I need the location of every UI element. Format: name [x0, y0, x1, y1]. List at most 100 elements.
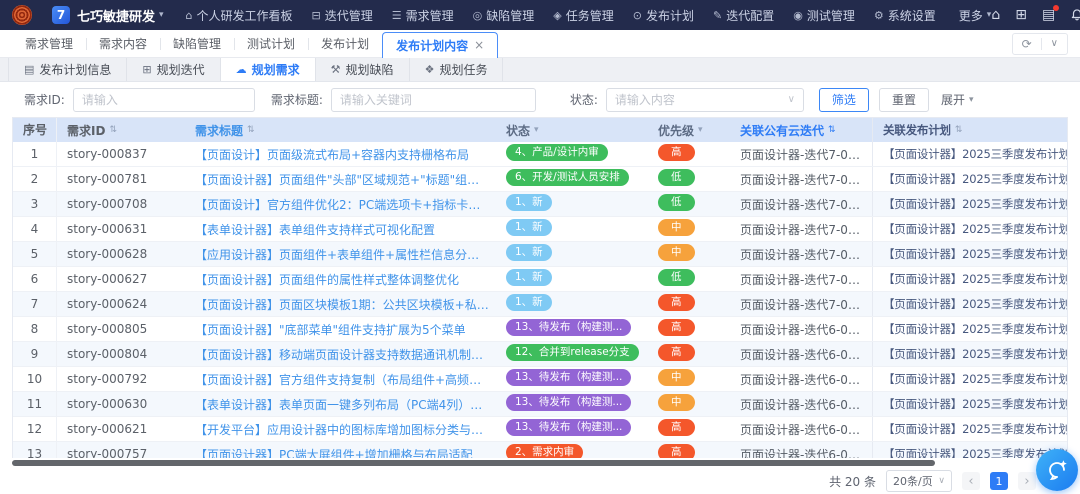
subtab-5[interactable]: ❖规划任务 [410, 58, 504, 81]
sort-icon[interactable]: ⇅ [955, 125, 962, 135]
release-plan-link[interactable]: 【页面设计器】2025三季度发布计划 [872, 342, 1067, 366]
requirement-title-link[interactable]: 【页面设计器】"底部菜单"组件支持扩展为5个菜单 [185, 321, 500, 338]
table-row[interactable]: 9story-000804【页面设计器】移动端页面设计器支持数据通讯机制（组件间… [13, 342, 1067, 367]
release-plan-link[interactable]: 【页面设计器】2025三季度发布计划 [872, 267, 1067, 291]
nav-item-defect[interactable]: ◎缺陷管理 [473, 7, 535, 24]
requirement-title-input[interactable] [331, 88, 536, 112]
release-plan-link[interactable]: 【页面设计器】2025三季度发布计划 [872, 442, 1067, 458]
table-row[interactable]: 4story-000631【表单设计器】表单组件支持样式可视化配置1、新中页面设… [13, 217, 1067, 242]
status-badge: 1、新 [506, 294, 552, 311]
release-plan-link[interactable]: 【页面设计器】2025三季度发布计划 [872, 142, 1067, 166]
page-number-button[interactable]: 1 [990, 472, 1008, 490]
table-row[interactable]: 3story-000708【页面设计】官方组件优化2：PC端选项卡+指标卡等多项… [13, 192, 1067, 217]
requirement-title-link[interactable]: 【页面设计器】页面组件"头部"区域规范+"标题"组件优化 [185, 171, 500, 188]
requirement-title-link[interactable]: 【页面设计】官方组件优化2：PC端选项卡+指标卡等多项细节功能优化 [185, 196, 500, 213]
reset-button[interactable]: 重置 [879, 88, 929, 112]
nav-item-config[interactable]: ✎迭代配置 [713, 7, 774, 24]
column-header-5[interactable]: 优先级▾ [648, 122, 730, 139]
nav-item-more[interactable]: 更多▾ [955, 7, 992, 24]
requirement-title-link[interactable]: 【页面设计器】页面区块模板1期：公共区块模板+私有区块模板+第一批官方区块模板 [185, 296, 500, 313]
nav-item-requirement[interactable]: ☰需求管理 [392, 7, 454, 24]
nav-item-settings[interactable]: ⚙系统设置 [874, 7, 936, 24]
filter-icon[interactable]: ▾ [698, 125, 703, 135]
column-header-3[interactable]: 需求标题⇅ [185, 122, 500, 139]
table-row[interactable]: 8story-000805【页面设计器】"底部菜单"组件支持扩展为5个菜单13、… [13, 317, 1067, 342]
release-plan-link[interactable]: 【页面设计器】2025三季度发布计划 [872, 392, 1067, 416]
next-page-button[interactable]: › [1018, 472, 1036, 490]
tab-4[interactable]: 测试计划 [234, 30, 308, 58]
release-plan-link[interactable]: 【页面设计器】2025三季度发布计划 [872, 167, 1067, 191]
requirement-id-input[interactable] [73, 88, 255, 112]
table-row[interactable]: 10story-000792【页面设计器】官方组件支持复制（布局组件+高频使用组… [13, 367, 1067, 392]
requirement-title-link[interactable]: 【表单设计器】表单页面一键多列布局（PC端4列）+部分全局样式可视化配置 [185, 396, 500, 413]
apps-grid-icon[interactable]: ⊞ [1015, 8, 1027, 22]
nav-item-test[interactable]: ◉测试管理 [793, 7, 855, 24]
tab-2[interactable]: 需求内容 [86, 30, 160, 58]
close-icon[interactable]: × [474, 38, 484, 52]
nav-item-release[interactable]: ⊙发布计划 [633, 7, 694, 24]
chevron-down-icon[interactable]: ∨ [1042, 38, 1067, 49]
nav-item-task[interactable]: ◈任务管理 [553, 7, 613, 24]
subtab-2[interactable]: ⊞规划迭代 [127, 58, 220, 81]
table-row[interactable]: 13story-000757【页面设计器】PC端大屏组件+增加栅格与布局适配2、… [13, 442, 1067, 458]
requirement-title-link[interactable]: 【页面设计器】官方组件支持复制（布局组件+高频使用组件优先） [185, 371, 500, 388]
bell-icon[interactable] [1070, 7, 1080, 24]
column-header-7[interactable]: 关联发布计划⇅ [872, 118, 1067, 142]
nav-item-iteration[interactable]: ⊟迭代管理 [312, 7, 373, 24]
column-header-1[interactable]: 序号 [13, 118, 57, 142]
status-select[interactable]: 请输入内容 ∨ [606, 88, 804, 112]
table-row[interactable]: 11story-000630【表单设计器】表单页面一键多列布局（PC端4列）+部… [13, 392, 1067, 417]
table-row[interactable]: 5story-000628【应用设计器】页面组件+表单组件+属性栏信息分组与样式… [13, 242, 1067, 267]
prev-page-button[interactable]: ‹ [962, 472, 980, 490]
app-title[interactable]: 七巧敏捷研发 [77, 6, 155, 25]
table-row[interactable]: 2story-000781【页面设计器】页面组件"头部"区域规范+"标题"组件优… [13, 167, 1067, 192]
subtab-1[interactable]: ▤发布计划信息 [8, 58, 127, 81]
column-header-6[interactable]: 关联公有云迭代⇅ [730, 122, 872, 139]
column-header-2[interactable]: 需求ID⇅ [57, 122, 185, 139]
requirement-title-link[interactable]: 【表单设计器】表单组件支持样式可视化配置 [185, 221, 500, 238]
release-plan-link[interactable]: 【页面设计器】2025三季度发布计划 [872, 192, 1067, 216]
requirement-title-link[interactable]: 【页面设计器】PC端大屏组件+增加栅格与布局适配 [185, 446, 500, 459]
tab-5[interactable]: 发布计划 [308, 30, 382, 58]
release-plan-link[interactable]: 【页面设计器】2025三季度发布计划 [872, 292, 1067, 316]
iteration-name: 页面设计器-迭代7-09xx [730, 246, 872, 263]
scrollbar-thumb[interactable] [12, 460, 935, 466]
release-plan-link[interactable]: 【页面设计器】2025三季度发布计划 [872, 242, 1067, 266]
requirement-title-link[interactable]: 【页面设计器】移动端页面设计器支持数据通讯机制（组件间通讯） [185, 346, 500, 363]
requirement-title-link[interactable]: 【页面设计器】页面组件的属性样式整体调整优化 [185, 271, 500, 288]
home-icon[interactable]: ⌂ [991, 8, 1000, 22]
tab-3[interactable]: 缺陷管理 [160, 30, 234, 58]
filter-icon[interactable]: ▾ [534, 125, 539, 135]
subtab-4[interactable]: ⚒规划缺陷 [316, 58, 410, 81]
table-row[interactable]: 6story-000627【页面设计器】页面组件的属性样式整体调整优化1、新低页… [13, 267, 1067, 292]
subtab-3[interactable]: ☁规划需求 [221, 58, 316, 81]
requirement-title-link[interactable]: 【开发平台】应用设计器中的图标库增加图标分类与图标，并复用于多个功能 [185, 421, 500, 438]
requirement-id: story-000804 [57, 347, 185, 361]
requirement-title-link[interactable]: 【页面设计】页面级流式布局+容器内支持栅格布局 [185, 146, 500, 163]
expand-toggle[interactable]: 展开 ▾ [941, 91, 974, 108]
table-row[interactable]: 12story-000621【开发平台】应用设计器中的图标库增加图标分类与图标，… [13, 417, 1067, 442]
chevron-down-icon[interactable]: ▾ [159, 10, 164, 20]
column-header-4[interactable]: 状态▾ [500, 122, 648, 139]
table-row[interactable]: 1story-000837【页面设计】页面级流式布局+容器内支持栅格布局4、产品… [13, 142, 1067, 167]
refresh-icon[interactable]: ⟳ [1013, 37, 1041, 51]
release-plan-link[interactable]: 【页面设计器】2025三季度发布计划 [872, 217, 1067, 241]
tab-1[interactable]: 需求管理 [12, 30, 86, 58]
app-logo[interactable]: 7 [52, 6, 70, 24]
company-seal-logo[interactable] [12, 5, 32, 25]
release-plan-link[interactable]: 【页面设计器】2025三季度发布计划 [872, 367, 1067, 391]
requirement-title-link[interactable]: 【应用设计器】页面组件+表单组件+属性栏信息分组与样式规范优化 [185, 246, 500, 263]
messages-icon[interactable]: ▤ [1042, 8, 1055, 22]
priority-badge: 中 [658, 244, 695, 261]
release-plan-link[interactable]: 【页面设计器】2025三季度发布计划 [872, 417, 1067, 441]
assistant-fab-button[interactable] [1036, 449, 1078, 491]
table-row[interactable]: 7story-000624【页面设计器】页面区块模板1期：公共区块模板+私有区块… [13, 292, 1067, 317]
filter-button[interactable]: 筛选 [819, 88, 869, 112]
sort-icon[interactable]: ⇅ [247, 125, 255, 135]
release-plan-link[interactable]: 【页面设计器】2025三季度发布计划 [872, 317, 1067, 341]
sort-icon[interactable]: ⇅ [109, 125, 117, 135]
nav-item-board[interactable]: ⌂个人研发工作看板 [186, 7, 293, 24]
sort-icon[interactable]: ⇅ [828, 125, 836, 135]
tab-6[interactable]: 发布计划内容× [382, 32, 498, 58]
page-size-select[interactable]: 20条/页 ∨ [886, 470, 952, 492]
